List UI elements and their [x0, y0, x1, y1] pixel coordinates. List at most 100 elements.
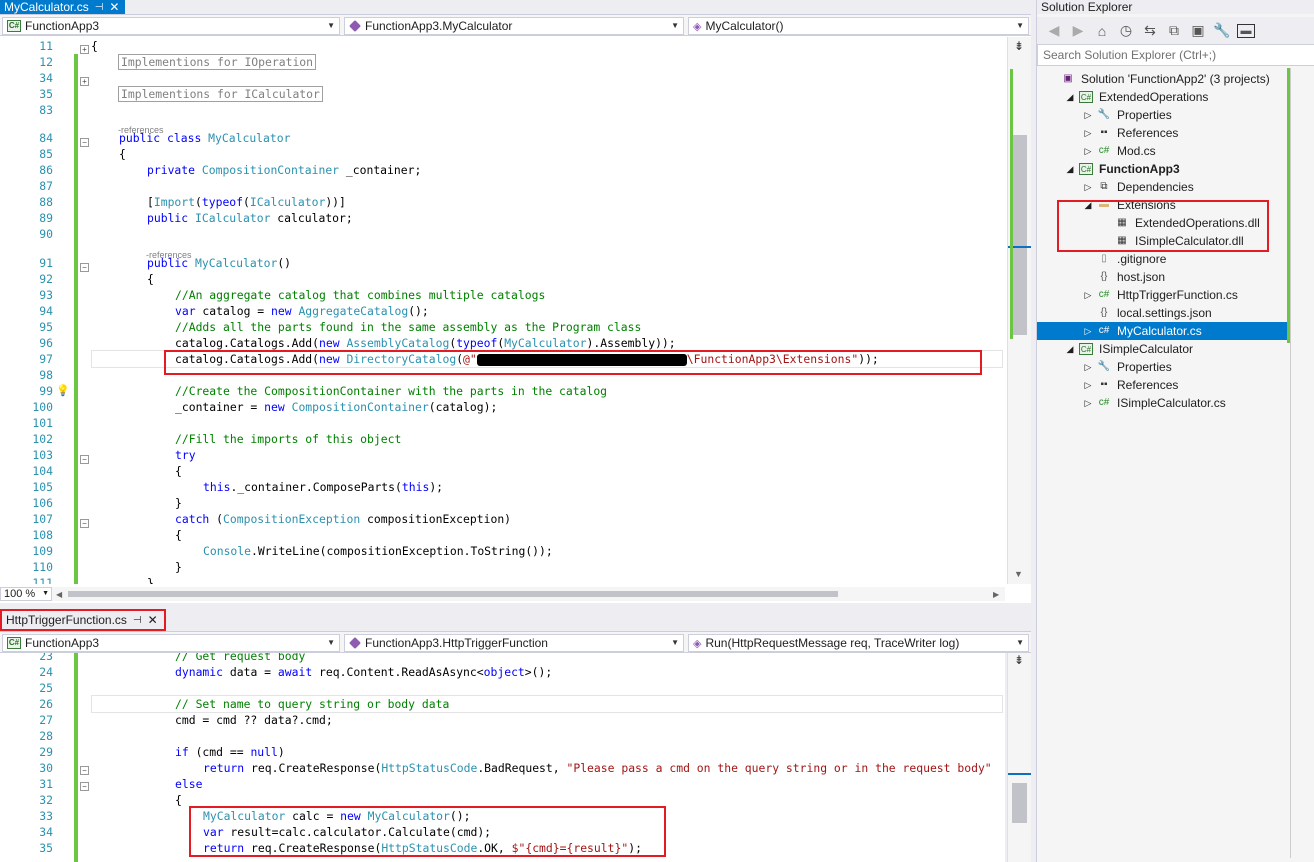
line-number: 106 [32, 496, 53, 510]
collapsed-arrow-icon[interactable]: ▷ [1083, 286, 1093, 304]
sync-icon[interactable]: ⇆ [1141, 22, 1159, 40]
expanded-arrow-icon[interactable]: ◢ [1083, 196, 1093, 214]
tree-item[interactable]: ▷ c# MyCalculator.cs [1037, 322, 1314, 340]
fold-toggle-icon[interactable]: − [80, 263, 89, 272]
tree-item[interactable]: ▷ c# ISimpleCalculator.cs [1037, 394, 1314, 412]
top-vertical-scrollbar[interactable]: ⇟ ▼ [1007, 37, 1031, 584]
collapsed-arrow-icon[interactable]: ▷ [1083, 124, 1093, 142]
pin-icon[interactable]: ⊣ [95, 2, 104, 13]
tree-item[interactable]: ▣ Solution 'FunctionApp2' (3 projects) [1037, 70, 1314, 88]
code-line: 104 { [0, 463, 1005, 479]
scroll-right-icon[interactable]: ▶ [993, 590, 999, 599]
tree-item[interactable]: ▷ c# HttpTriggerFunction.cs [1037, 286, 1314, 304]
collapse-icon[interactable]: ⧉ [1165, 22, 1183, 40]
member-dropdown[interactable]: ◈ MyCalculator() ▼ [688, 17, 1029, 35]
zoom-dropdown[interactable]: 100 % ▼ [0, 587, 52, 601]
collapsed-arrow-icon[interactable]: ▷ [1083, 376, 1093, 394]
collapsed-arrow-icon[interactable]: ▷ [1083, 106, 1093, 124]
bottom-vertical-scrollbar[interactable]: ⇟ [1007, 653, 1031, 862]
code-line: 88 [Import(typeof(ICalculator))] [0, 194, 1005, 210]
tree-item[interactable]: ▦ ISimpleCalculator.dll [1037, 232, 1314, 250]
close-icon[interactable]: ✕ [109, 0, 119, 14]
tree-item[interactable]: ▷ ▪▪ References [1037, 124, 1314, 142]
collapsed-region[interactable]: Implementions for ICalculator [118, 86, 323, 102]
tab-httptriggerfunction[interactable]: HttpTriggerFunction.cs ⊣ ✕ [0, 609, 166, 631]
pin-icon[interactable]: ⊣ [133, 615, 142, 626]
code-line: 85 { [0, 146, 1005, 162]
csharp-file-icon: c# [1098, 145, 1110, 156]
expanded-arrow-icon[interactable]: ◢ [1065, 88, 1075, 106]
tree-vertical-scrollbar[interactable] [1287, 66, 1314, 862]
tree-item[interactable]: ◢ C# FunctionApp3 [1037, 160, 1314, 178]
class-dropdown[interactable]: FunctionApp3.MyCalculator ▼ [344, 17, 684, 35]
fold-toggle-icon[interactable]: − [80, 519, 89, 528]
tree-item-label: Solution 'FunctionApp2' (3 projects) [1081, 72, 1270, 86]
tree-item[interactable]: ▷ ▪▪ References [1037, 376, 1314, 394]
lightbulb-icon[interactable]: 💡 [56, 384, 70, 397]
collapsed-arrow-icon[interactable]: ▷ [1083, 178, 1093, 196]
tree-item[interactable]: ▷ ⧉ Dependencies [1037, 178, 1314, 196]
tree-item[interactable]: {} host.json [1037, 268, 1314, 286]
split-icon[interactable]: ⇟ [1014, 39, 1024, 53]
tab-mycalculator[interactable]: MyCalculator.cs ⊣ ✕ [0, 0, 126, 14]
tree-item-label: MyCalculator.cs [1117, 324, 1202, 338]
fold-toggle-icon[interactable]: − [80, 138, 89, 147]
references-codelens[interactable]: -references [118, 125, 164, 135]
change-marker [1010, 69, 1013, 339]
class-icon [349, 20, 361, 32]
line-number: 85 [39, 147, 53, 161]
line-number: 110 [32, 560, 53, 574]
back-icon[interactable]: ◀ [1045, 22, 1063, 40]
tree-item-label: Dependencies [1117, 180, 1194, 194]
tree-item[interactable]: ▷ 🔧 Properties [1037, 358, 1314, 376]
tree-item[interactable]: ▦ ExtendedOperations.dll [1037, 214, 1314, 232]
tree-item[interactable]: ▷ c# Mod.cs [1037, 142, 1314, 160]
line-number: 99 [39, 384, 53, 398]
tree-item[interactable]: ▯ .gitignore [1037, 250, 1314, 268]
code-line: 111} [0, 575, 1005, 584]
references-codelens[interactable]: -references [146, 250, 192, 260]
scroll-left-icon[interactable]: ◀ [56, 590, 62, 599]
solution-search-input[interactable]: Search Solution Explorer (Ctrl+;) [1037, 44, 1314, 66]
split-icon[interactable]: ⇟ [1014, 653, 1024, 667]
collapsed-arrow-icon[interactable]: ▷ [1083, 394, 1093, 412]
close-icon[interactable]: ✕ [148, 613, 158, 627]
scroll-track [1290, 68, 1291, 858]
tree-item-label: ExtendedOperations [1099, 90, 1209, 104]
tree-item[interactable]: ◢ C# ExtendedOperations [1037, 88, 1314, 106]
fold-toggle-icon[interactable]: + [80, 77, 89, 86]
project-dropdown[interactable]: C# FunctionApp3 ▼ [2, 17, 340, 35]
horizontal-scroll-thumb[interactable] [68, 591, 838, 597]
line-number: 35 [39, 841, 53, 855]
member-dropdown[interactable]: ◈ Run(HttpRequestMessage req, TraceWrite… [688, 634, 1029, 652]
fold-toggle-icon[interactable]: − [80, 455, 89, 464]
collapsed-region[interactable]: Implementions for IOperation [118, 54, 317, 70]
tree-item[interactable]: ▷ 🔧 Properties [1037, 106, 1314, 124]
bottom-code-editor[interactable]: 23 // Get request body 24 dynamic data = aw… [0, 653, 1005, 862]
project-dropdown-value: FunctionApp3 [25, 19, 100, 33]
scroll-down-icon[interactable]: ▼ [1014, 569, 1023, 579]
expanded-arrow-icon[interactable]: ◢ [1065, 340, 1075, 358]
class-dropdown[interactable]: FunctionApp3.HttpTriggerFunction ▼ [344, 634, 684, 652]
fold-toggle-icon[interactable]: − [80, 782, 89, 791]
expanded-arrow-icon[interactable]: ◢ [1065, 160, 1075, 178]
fold-toggle-icon[interactable]: − [80, 766, 89, 775]
scroll-thumb[interactable] [1012, 783, 1027, 823]
collapsed-arrow-icon[interactable]: ▷ [1083, 358, 1093, 376]
project-dropdown[interactable]: C# FunctionApp3 ▼ [2, 634, 340, 652]
forward-icon[interactable]: ▶ [1069, 22, 1087, 40]
tree-item[interactable]: ◢ ▬ Extensions [1037, 196, 1314, 214]
collapsed-arrow-icon[interactable]: ▷ [1083, 142, 1093, 160]
properties-wrench-icon[interactable]: 🔧 [1213, 22, 1231, 40]
home-icon[interactable]: ⌂ [1093, 22, 1111, 40]
tree-item[interactable]: {} local.settings.json [1037, 304, 1314, 322]
show-all-icon[interactable]: ▣ [1189, 22, 1207, 40]
history-icon[interactable]: ◷ [1117, 22, 1135, 40]
top-code-editor[interactable]: 11 {12 Implementions for IOperation 34 35 Imp… [0, 37, 1005, 584]
code-text: } [175, 560, 182, 574]
collapsed-arrow-icon[interactable]: ▷ [1083, 322, 1093, 340]
fold-toggle-icon[interactable]: + [80, 45, 89, 54]
scroll-thumb[interactable] [1012, 135, 1027, 335]
pin-toolbar-icon[interactable]: ▬ [1237, 23, 1255, 38]
tree-item[interactable]: ◢ C# ISimpleCalculator [1037, 340, 1314, 358]
